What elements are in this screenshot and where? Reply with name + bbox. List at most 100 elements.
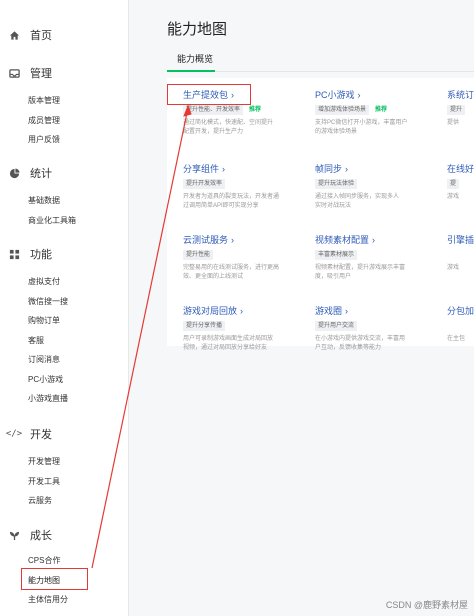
card-description: 完整易用的在线测试服务，进行更高 效、更全面的上线测试 (183, 265, 280, 280)
chevron-right-icon: › (240, 306, 244, 316)
capability-card[interactable]: 视频素材配置 › 丰富素材展示 视频素材配置，提升游戏展示丰富 度，吸引用户 (315, 234, 440, 282)
chevron-right-icon: › (357, 90, 361, 100)
recommend-badge: 推荐 (249, 107, 262, 113)
sidebar-item-virtual-pay[interactable]: 虚拟支付 (0, 272, 129, 292)
capability-card[interactable]: 云测试服务 › 提升性能 完整易用的在线测试服务，进行更高 效、更全面的上线测试 (183, 234, 308, 282)
sidebar-group-stats-header[interactable]: 统计 (0, 161, 129, 185)
sidebar-group-title: 管理 (30, 68, 52, 80)
card-tag: 提升分享传播 (183, 321, 226, 331)
sidebar-item-wechat-search[interactable]: 微信搜一搜 (0, 292, 129, 312)
sidebar-item-dev-tools[interactable]: 开发工具 (0, 472, 129, 492)
card-title-text: 帧同步 (315, 164, 343, 174)
sidebar-item-dev-manage[interactable]: 开发管理 (0, 452, 129, 472)
capability-card[interactable]: 引擎插 游戏 (447, 234, 474, 273)
card-tag: 提升开发效率 (183, 179, 226, 189)
watermark: CSDN @鹿野素材屋 (385, 600, 468, 610)
capability-card[interactable]: 分包加 在主包 (447, 305, 474, 344)
card-description: 游戏 (447, 265, 460, 271)
card-description: 通过接入帧同步服务，实现多人 实时对战玩法 (315, 194, 400, 209)
sidebar-item-version[interactable]: 版本管理 (0, 91, 129, 111)
card-tag: 提升玩法体验 (315, 179, 358, 189)
sidebar-item-orders[interactable]: 购物订单 (0, 311, 129, 331)
capability-card[interactable]: 系统订 提升 提供 (447, 89, 474, 128)
sidebar-item-feedback[interactable]: 用户反馈 (0, 130, 129, 150)
card-title[interactable]: 引擎插 (447, 234, 474, 247)
capability-panel: 生产提效包 › 提升性能、开发效率 推荐 通过简化模式，快速配、空间提升 配置开发，提… (167, 78, 474, 351)
code-icon: </> (5, 429, 23, 439)
sidebar-item-cloud-service[interactable]: 云服务 (0, 491, 129, 511)
card-description: 用户可录制游戏画面生成对局回放 视频，通过对局回放分享给好友 (183, 336, 274, 351)
card-title-text: 云测试服务 (183, 235, 229, 245)
card-tag: 增加游戏体验场景 (315, 105, 370, 115)
sidebar-group-home[interactable]: 首页 (0, 23, 129, 47)
sidebar-group-title: 开发 (30, 429, 52, 441)
card-title[interactable]: PC小游戏 › (315, 89, 440, 102)
card-title-text: 游戏对局回放 (183, 306, 238, 316)
card-tag: 提升性能、开发效率 (183, 105, 244, 115)
sidebar-group-dev-header[interactable]: </> 开发 (0, 422, 129, 446)
sprout-icon (8, 529, 20, 541)
sidebar-item-customer-service[interactable]: 客服 (0, 331, 129, 351)
sidebar-group-growth: 成长 CPS合作 能力地图 主体信用分 (0, 523, 129, 610)
tab-bar: 能力概览 (167, 50, 474, 72)
sidebar: 首页 管理 版本管理 成员管理 用户反馈 统计 基础数据 商业化工具箱 功能 虚… (0, 0, 129, 616)
inbox-icon (8, 67, 20, 79)
sidebar-group-features-header[interactable]: 功能 (0, 242, 129, 266)
sidebar-item-pc-minigame[interactable]: PC小游戏 (0, 370, 129, 390)
page-title: 能力地图 (167, 21, 228, 38)
sidebar-group-growth-header[interactable]: 成长 (0, 523, 129, 547)
sidebar-item-minigame-live[interactable]: 小游戏直播 (0, 389, 129, 409)
chevron-right-icon: › (345, 164, 349, 174)
capability-card[interactable]: 游戏对局回放 › 提升分享传播 用户可录制游戏画面生成对局回放 视频，通过对局回放分… (183, 305, 308, 353)
sidebar-group-features: 功能 虚拟支付 微信搜一搜 购物订单 客服 订阅消息 PC小游戏 小游戏直播 (0, 242, 129, 409)
card-title[interactable]: 帧同步 › (315, 163, 440, 176)
card-title[interactable]: 云测试服务 › (183, 234, 308, 247)
card-description: 在小游戏内提供游戏交流，丰富用 户互动，反馈收集等能力 (315, 336, 406, 351)
card-title[interactable]: 在线好 (447, 163, 474, 176)
capability-card[interactable]: 分享组件 › 提升开发效率 开发者为道具的裂变玩法，开发者通 过调用简单API即可实… (183, 163, 308, 211)
card-title[interactable]: 游戏对局回放 › (183, 305, 308, 318)
card-title-text: PC小游戏 (315, 90, 355, 100)
annotation-highlight-box (21, 568, 88, 590)
chevron-right-icon: › (231, 235, 235, 245)
card-title[interactable]: 系统订 (447, 89, 474, 102)
card-description: 视频素材配置，提升游戏展示丰富 度，吸引用户 (315, 265, 406, 280)
sidebar-group-manage: 管理 版本管理 成员管理 用户反馈 (0, 61, 129, 150)
capability-card[interactable]: 帧同步 › 提升玩法体验 通过接入帧同步服务，实现多人 实时对战玩法 (315, 163, 440, 211)
card-title[interactable]: 游戏圈 › (315, 305, 440, 318)
sidebar-item-members[interactable]: 成员管理 (0, 111, 129, 131)
chevron-right-icon: › (372, 235, 376, 245)
tab-label: 能力概览 (177, 54, 214, 64)
capability-card[interactable]: PC小游戏 › 增加游戏体验场景 推荐 支持PC微信打开小游戏，丰富用户 的游戏体验场… (315, 89, 440, 137)
capability-card[interactable]: 游戏圈 › 提升用户交流 在小游戏内提供游戏交流，丰富用 户互动，反馈收集等能力 (315, 305, 440, 353)
card-tag: 提升 (447, 105, 466, 115)
grid-icon (8, 248, 20, 260)
card-description: 通过简化模式，快速配、空间提升 配置开发，提升生产力 (183, 120, 274, 135)
tab-active-indicator (167, 70, 215, 72)
sidebar-item-credit-score[interactable]: 主体信用分 (0, 590, 129, 610)
card-description: 提供 (447, 120, 460, 126)
sidebar-group-manage-header[interactable]: 管理 (0, 61, 129, 85)
home-icon (8, 29, 20, 41)
tab-capability-overview[interactable]: 能力概览 (177, 52, 213, 71)
card-title-text: 分享组件 (183, 164, 220, 174)
sidebar-item-commerce-tools[interactable]: 商业化工具箱 (0, 211, 129, 231)
capability-card[interactable]: 在线好 提 游戏 (447, 163, 474, 202)
chevron-right-icon: › (345, 306, 349, 316)
card-title-text: 视频素材配置 (315, 235, 370, 245)
annotation-highlight-box (167, 84, 251, 105)
sidebar-group-stats: 统计 基础数据 商业化工具箱 (0, 161, 129, 230)
sidebar-item-basic-data[interactable]: 基础数据 (0, 191, 129, 211)
card-title[interactable]: 分享组件 › (183, 163, 308, 176)
card-title[interactable]: 视频素材配置 › (315, 234, 440, 247)
sidebar-group-title: 成长 (30, 530, 52, 542)
card-title[interactable]: 分包加 (447, 305, 474, 318)
sidebar-item-subscribe-msg[interactable]: 订阅消息 (0, 350, 129, 370)
chevron-right-icon: › (222, 164, 226, 174)
card-title-text: 游戏圈 (315, 306, 343, 316)
card-tag: 提升用户交流 (315, 321, 358, 331)
card-tag: 提升性能 (183, 250, 214, 260)
sidebar-group-dev: </> 开发 开发管理 开发工具 云服务 (0, 422, 129, 511)
sidebar-group-title: 统计 (30, 168, 52, 180)
sidebar-home-label: 首页 (30, 30, 52, 42)
